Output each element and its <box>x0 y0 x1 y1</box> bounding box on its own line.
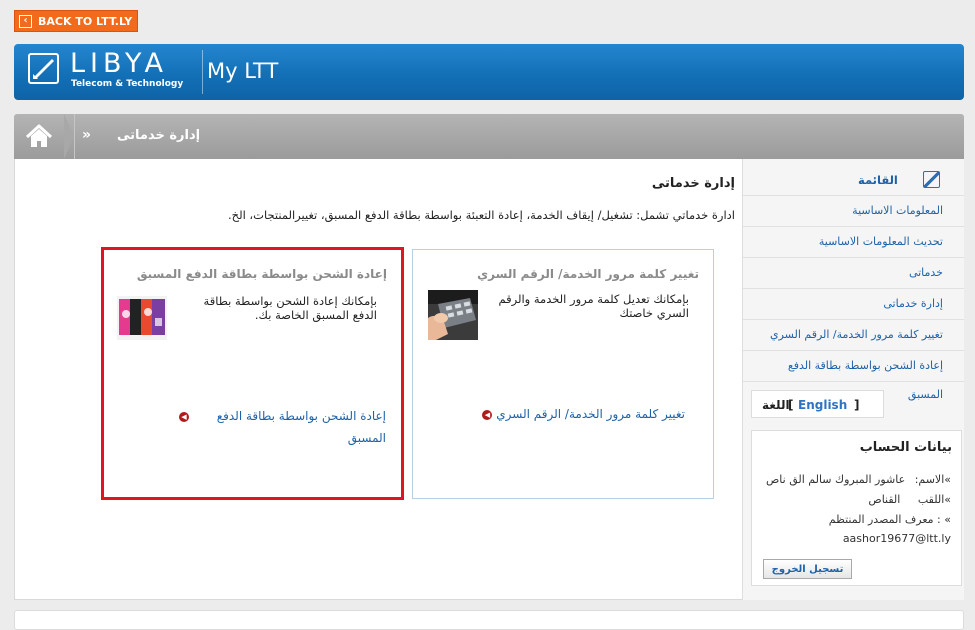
account-info-box: بيانات الحساب »الاسم: عاشور المبروك سالم… <box>751 430 962 586</box>
language-label: اللغة <box>762 398 790 412</box>
account-name-label: »الاسم: <box>914 473 951 486</box>
logo-tagline: Telecom & Technology <box>71 79 184 89</box>
sidebar-item-manage-services[interactable]: إدارة خدماتى <box>743 289 964 320</box>
prepaid-topup-card: إعادة الشحن بواسطة بطاقة الدفع المسبق بإ… <box>101 247 404 500</box>
sidebar-item-label: خدماتى <box>908 266 943 279</box>
ltt-logo-icon <box>28 53 59 84</box>
back-to-ltt-button[interactable]: ‹ BACK TO LTT.LY <box>14 10 138 32</box>
logout-button[interactable]: تسجيل الخروج <box>763 559 852 579</box>
card-title: إعادة الشحن بواسطة بطاقة الدفع المسبق <box>136 267 387 281</box>
bracket-open: ] <box>854 398 860 412</box>
card-description: بإمكانك إعادة الشحن بواسطة بطاقة الدفع ا… <box>203 294 377 322</box>
phone-keypad-image <box>428 290 478 340</box>
sidebar-item-label: إدارة خدماتى <box>883 297 943 310</box>
language-english-link[interactable]: English <box>798 398 847 412</box>
footer-panel <box>14 610 964 630</box>
sidebar-item-change-password[interactable]: تغيير كلمة مرور الخدمة/ الرقم السري <box>743 320 964 351</box>
menu-label: القائمة <box>858 173 898 187</box>
sidebar-item-update-info[interactable]: تحديث المعلومات الاساسية <box>743 227 964 258</box>
breadcrumb-divider <box>74 114 75 159</box>
page-description: ادارة خدماتي تشمل: تشغيل/ إيقاف الخدمة، … <box>228 208 735 222</box>
sidebar-item-prepaid-topup[interactable]: إعادة الشحن بواسطة بطاقة الدفع <box>743 351 964 382</box>
sidebar-item-my-services[interactable]: خدماتى <box>743 258 964 289</box>
account-surname-label: »اللقب <box>917 493 951 506</box>
card-description: بإمكانك تعديل كلمة مرور الخدمة والرقم ال… <box>498 292 689 320</box>
header-banner: LIBYA Telecom & Technology My LTT <box>14 44 964 100</box>
arrow-bullet-icon: ◀ <box>482 410 493 420</box>
account-id-label: » : معرف المصدر المنتظم <box>828 513 951 526</box>
language-switcher: اللغة [ English ] <box>751 390 884 418</box>
sidebar-item-label: المعلومات الاساسية <box>852 204 943 217</box>
prepaid-topup-link-label-cont: المسبق <box>347 431 386 445</box>
breadcrumb-arrow <box>64 114 74 159</box>
sidebar-menu-header: القائمة <box>743 159 964 196</box>
sidebar-item-label: المسبق <box>907 388 943 401</box>
account-name-value: عاشور المبروك سالم الق ناص <box>766 473 906 486</box>
prepaid-topup-link[interactable]: إعادة الشحن بواسطة بطاقة الدفع ◀ المسبق <box>171 405 386 449</box>
home-button[interactable] <box>14 114 64 159</box>
sidebar-item-label: تغيير كلمة مرور الخدمة/ الرقم السري <box>769 328 943 341</box>
account-name-row: »الاسم: عاشور المبروك سالم الق ناص <box>766 473 951 486</box>
prepaid-topup-link-label: إعادة الشحن بواسطة بطاقة الدفع <box>216 409 386 423</box>
account-surname-value: القناص <box>868 493 901 506</box>
chevron-left-icon: ‹ <box>19 14 32 28</box>
page-title: إدارة خدماتى <box>651 176 735 191</box>
breadcrumb-separator: » <box>82 127 92 143</box>
sidebar-item-basic-info[interactable]: المعلومات الاساسية <box>743 196 964 227</box>
change-password-link-label: تغيير كلمة مرور الخدمة/ الرقم السري <box>496 407 685 421</box>
change-password-card: تغيير كلمة مرور الخدمة/ الرقم السري بإمك… <box>412 249 714 499</box>
home-icon <box>25 124 53 147</box>
breadcrumb-current: إدارة خدماتى <box>117 128 201 143</box>
arrow-bullet-icon: ◀ <box>178 412 189 422</box>
card-title: تغيير كلمة مرور الخدمة/ الرقم السري <box>477 267 699 281</box>
bracket-close: [ <box>788 398 794 412</box>
back-to-ltt-label: BACK TO LTT.LY <box>38 14 133 28</box>
logo-wordmark: LIBYA <box>70 48 168 79</box>
account-title: بيانات الحساب <box>859 440 952 455</box>
breadcrumb: » إدارة خدماتى <box>14 114 964 159</box>
account-surname-row: »اللقب القناص <box>868 493 951 506</box>
sidebar-item-label: إعادة الشحن بواسطة بطاقة الدفع <box>787 359 943 372</box>
header-divider <box>202 50 203 94</box>
account-email: aashor19677@ltt.ly <box>842 532 951 545</box>
app-title: My LTT <box>207 59 279 83</box>
prepaid-cards-image <box>117 296 167 340</box>
edit-icon <box>923 171 940 188</box>
change-password-link[interactable]: تغيير كلمة مرور الخدمة/ الرقم السري ◀ <box>482 403 685 425</box>
sidebar-item-label: تحديث المعلومات الاساسية <box>818 235 943 248</box>
